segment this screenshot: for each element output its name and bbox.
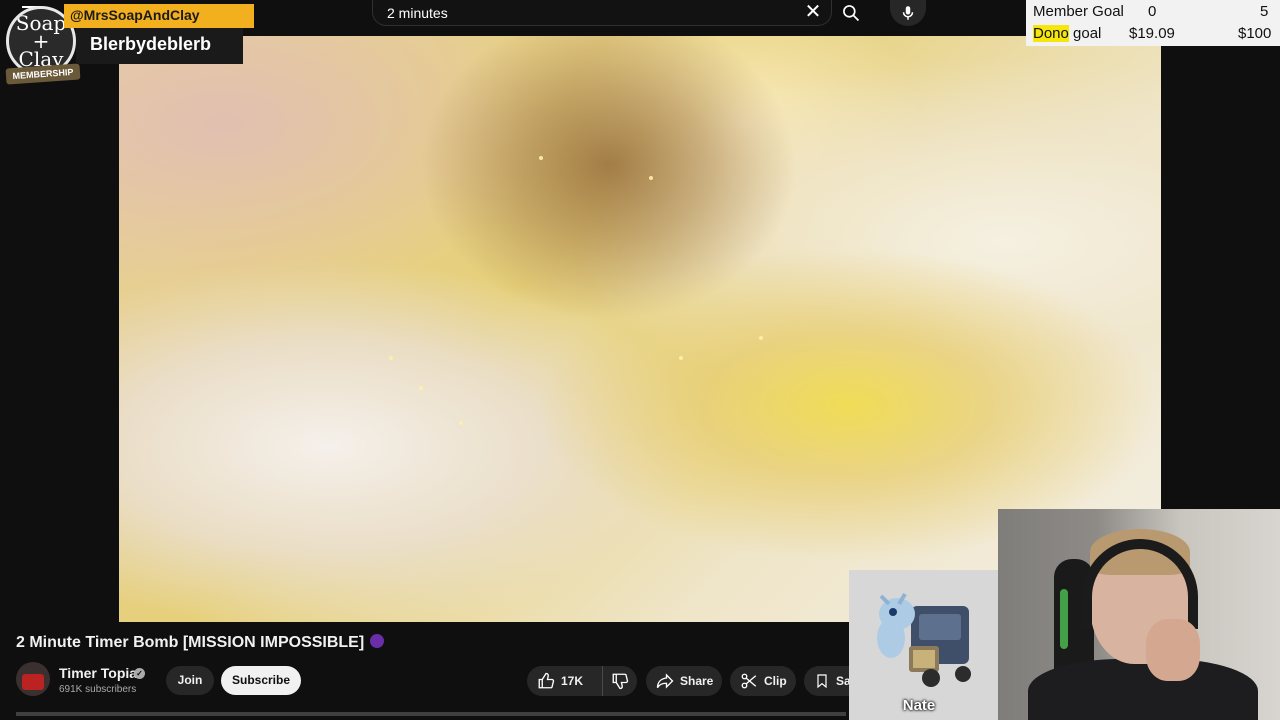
search-box[interactable]: ✕ [372,0,832,26]
spark [389,356,393,360]
close-icon[interactable]: ✕ [803,2,823,22]
dono-goal-current: $19.09 [1129,25,1175,42]
bomb-icon [370,634,385,648]
like-count: 17K [561,674,584,688]
thumbs-up-icon [538,672,555,689]
clip-label: Clip [764,674,787,688]
member-handle: @MrsSoapAndClay [64,4,254,28]
search-input[interactable] [387,4,787,22]
member-goal-target: 5 [1260,3,1269,20]
dono-goal-label-rest: goal [1068,25,1102,42]
spark [679,356,683,360]
spark [649,176,653,180]
webcam-body [1028,659,1258,720]
webcam-chair-accent [1060,589,1068,649]
share-icon [656,673,674,689]
bookmark-icon [817,674,827,689]
scissors-icon [741,673,757,689]
verified-icon: ✓ [134,668,145,679]
share-button[interactable]: Share [646,666,722,696]
subscribe-button[interactable]: Subscribe [221,666,301,695]
search-button[interactable] [832,0,870,26]
like-dislike-group: 17K [527,666,637,696]
thumbs-down-icon [612,673,629,690]
search-icon [843,5,860,22]
channel-avatar[interactable] [16,662,50,696]
scroll-track [16,712,846,716]
video-title-text: 2 Minute Timer Bomb [MISSION IMPOSSIBLE] [16,634,365,651]
member-goal-label: Member Goal [1033,3,1124,20]
spark [539,156,543,160]
member-name: Blerbydeblerb [76,28,243,64]
page: ✕ Soap + Clay MEMBERSHIP @MrsSoapAndClay… [0,0,1280,720]
pony-truck-mascot-icon [877,592,971,687]
subscriber-count: 691K subscribers [59,684,137,695]
share-label: Share [680,674,714,688]
goal-panel: Member Goal 0 5 Dono goal $19.09 $100 [1026,0,1280,46]
webcam-feed [998,509,1280,720]
join-button[interactable]: Join [166,666,214,695]
voice-search-button[interactable] [890,0,926,26]
dono-goal-target: $100 [1238,25,1272,42]
dono-goal-label-highlight: Dono [1033,25,1069,42]
spark [459,421,463,425]
video-title: 2 Minute Timer Bomb [MISSION IMPOSSIBLE] [16,634,385,652]
dono-goal-row: Dono goal $19.09 $100 [1026,23,1280,45]
streamer-mascot-panel: Nate [849,570,998,720]
streamer-name: Nate [902,697,936,714]
like-button[interactable]: 17K [527,666,603,696]
spark [419,386,423,390]
clip-button[interactable]: Clip [730,666,796,696]
dono-goal-label: Dono goal [1033,25,1101,42]
channel-name[interactable]: Timer Topia [59,665,137,681]
microphone-icon [902,6,914,20]
dislike-button[interactable] [603,666,637,696]
webcam-hand [1146,619,1200,681]
spark [759,336,763,340]
member-goal-current: 0 [1148,3,1157,20]
member-goal-row: Member Goal 0 5 [1026,1,1280,23]
